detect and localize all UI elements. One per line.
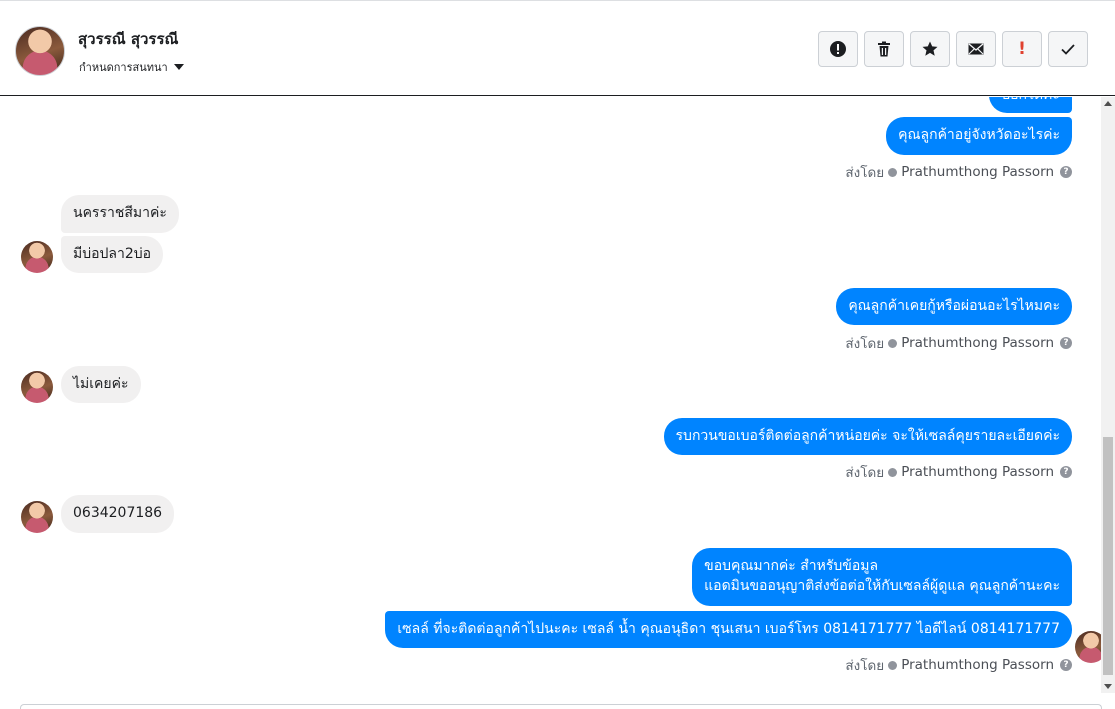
- sender-name[interactable]: Prathumthong Passorn: [901, 335, 1054, 351]
- verified-icon: [888, 167, 898, 177]
- conversation-settings-label: กำหนดการสนทนา: [79, 61, 168, 74]
- delete-button[interactable]: [864, 31, 904, 67]
- checkmark-icon: [1061, 44, 1075, 55]
- help-icon[interactable]: ?: [1060, 466, 1072, 478]
- mark-unread-button[interactable]: [956, 31, 996, 67]
- star-button[interactable]: [910, 31, 950, 67]
- sender-name[interactable]: Prathumthong Passorn: [901, 164, 1054, 180]
- contact-avatar-small[interactable]: [21, 241, 53, 273]
- outgoing-message[interactable]: บอกได้ค่ะ: [989, 97, 1072, 113]
- outgoing-message[interactable]: คุณลูกค้าอยู่จังหวัดอะไรค่ะ: [886, 117, 1072, 155]
- alert-circle-icon: [830, 41, 846, 57]
- sent-by-label: ส่งโดย: [845, 165, 885, 181]
- outgoing-message[interactable]: เซลล์ ที่จะติดต่อลูกค้าไปนะคะ เซลล์ น้ำ …: [385, 611, 1072, 648]
- caret-down-icon: [173, 64, 184, 70]
- trash-icon: [878, 41, 890, 57]
- mark-spam-button[interactable]: [818, 31, 858, 67]
- incoming-message[interactable]: 0634207186: [61, 495, 175, 533]
- conversation-settings-dropdown[interactable]: กำหนดการสนทนา: [79, 58, 184, 76]
- incoming-message[interactable]: มีบ่อปลา2บ่อ: [61, 236, 164, 273]
- message-composer[interactable]: [20, 704, 1102, 709]
- conversation-header: สุวรรณี สุวรรณี กำหนดการสนทนา !: [0, 0, 1115, 96]
- follow-up-button[interactable]: !: [1002, 31, 1042, 67]
- thread-scrollbar[interactable]: [1101, 97, 1115, 693]
- sender-name[interactable]: Prathumthong Passorn: [901, 464, 1054, 480]
- message-line: ขอบคุณมากค่ะ สำหรับข้อมูล: [704, 558, 879, 574]
- contact-avatar-small[interactable]: [21, 371, 53, 403]
- verified-icon: [888, 467, 898, 477]
- sender-name[interactable]: Prathumthong Passorn: [901, 657, 1054, 673]
- sent-by-info: ส่งโดย Prathumthong Passorn ?: [845, 161, 1072, 183]
- contact-name[interactable]: สุวรรณี สุวรรณี: [78, 27, 178, 51]
- incoming-message[interactable]: นครราชสีมาค่ะ: [61, 195, 179, 233]
- exclamation-icon: !: [1018, 39, 1026, 59]
- scroll-up-arrow-icon[interactable]: [1104, 101, 1112, 106]
- star-icon: [922, 41, 938, 56]
- envelope-icon: [968, 43, 984, 55]
- help-icon[interactable]: ?: [1060, 166, 1072, 178]
- sent-by-label: ส่งโดย: [845, 336, 885, 352]
- contact-avatar[interactable]: [15, 26, 65, 76]
- verified-icon: [888, 660, 898, 670]
- sent-by-label: ส่งโดย: [845, 465, 885, 481]
- help-icon[interactable]: ?: [1060, 337, 1072, 349]
- sent-by-info: ส่งโดย Prathumthong Passorn ?: [845, 332, 1072, 354]
- contact-avatar-small[interactable]: [21, 501, 53, 533]
- verified-icon: [888, 338, 898, 348]
- message-line: แอดมินขออนุญาติส่งข้อต่อให้กับเซลล์ผู้ดู…: [704, 578, 1060, 594]
- conversation-toolbar: !: [818, 31, 1088, 67]
- scroll-down-arrow-icon[interactable]: [1104, 684, 1112, 689]
- outgoing-message[interactable]: คุณลูกค้าเคยกู้หรือผ่อนอะไรไหมคะ: [836, 288, 1072, 325]
- incoming-message[interactable]: ไม่เคยค่ะ: [61, 366, 141, 403]
- help-icon[interactable]: ?: [1060, 659, 1072, 671]
- sent-by-info: ส่งโดย Prathumthong Passorn ?: [845, 654, 1072, 676]
- sent-by-label: ส่งโดย: [845, 658, 885, 674]
- outgoing-message[interactable]: รบกวนขอเบอร์ติดต่อลูกค้าหน่อยค่ะ จะให้เซ…: [663, 418, 1072, 455]
- message-thread[interactable]: บอกได้ค่ะ คุณลูกค้าอยู่จังหวัดอะไรค่ะ ส่…: [0, 97, 1101, 705]
- sent-by-info: ส่งโดย Prathumthong Passorn ?: [845, 461, 1072, 483]
- mark-done-button[interactable]: [1048, 31, 1088, 67]
- scroll-thumb[interactable]: [1103, 437, 1113, 675]
- seen-receipt-avatar: [1075, 631, 1101, 663]
- outgoing-message[interactable]: ขอบคุณมากค่ะ สำหรับข้อมูล แอดมินขออนุญาต…: [692, 548, 1072, 606]
